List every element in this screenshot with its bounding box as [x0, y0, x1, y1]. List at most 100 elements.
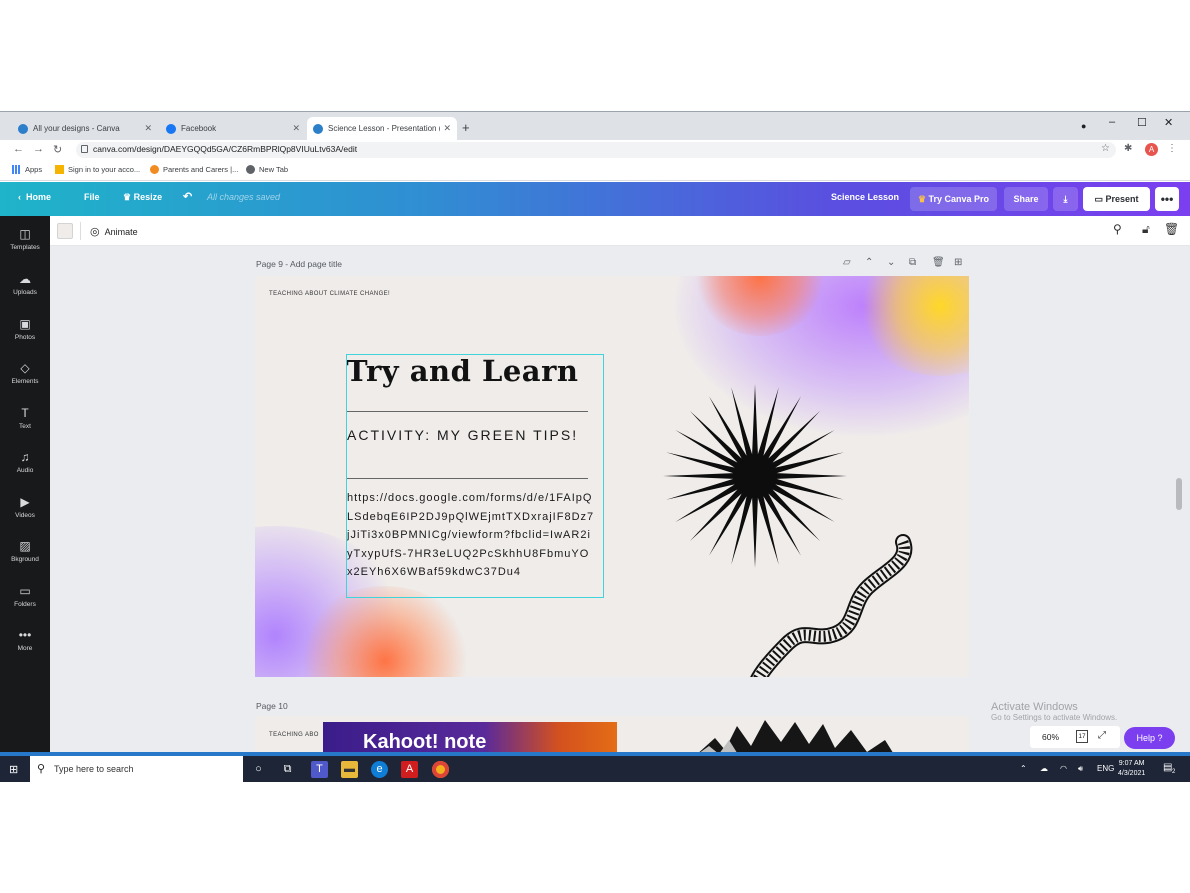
download-icon[interactable]: ⤓	[1053, 187, 1078, 211]
sidebar-item-templates[interactable]: ◫ Templates	[0, 220, 50, 264]
profile-menu-icon[interactable]: ●	[1081, 121, 1086, 131]
bookmark-new-tab[interactable]: New Tab	[246, 165, 288, 174]
chevron-down-icon[interactable]: ⌄	[887, 257, 895, 268]
canva-favicon-icon	[18, 123, 28, 134]
canva-sidebar: ◫ Templates ☁ Uploads ▣ Photos ◇ Elements TT…	[0, 216, 50, 752]
taskbar-search-input[interactable]: ⚲ Type here to search	[30, 756, 243, 782]
folders-icon: ▭	[19, 584, 31, 598]
slide-page-9[interactable]: TEACHING ABOUT CLIMATE CHANGE! Try and L…	[255, 276, 969, 677]
help-button[interactable]: Help ?	[1124, 727, 1175, 749]
home-button[interactable]: ‹ Home	[18, 192, 51, 202]
maximize-icon[interactable]: ☐	[1137, 116, 1147, 129]
paint-roller-icon[interactable]: ⚲	[1113, 222, 1122, 236]
tab-science-lesson[interactable]: Science Lesson - Presentation (16:9) ✕	[307, 117, 457, 140]
profile-avatar[interactable]: A	[1145, 143, 1158, 156]
sidebar-item-text[interactable]: T Text	[0, 399, 50, 443]
sidebar-item-background[interactable]: ▨ Bkground	[0, 532, 50, 576]
tab-label: All your designs - Canva	[33, 124, 120, 133]
task-view-icon[interactable]: ⧉	[279, 761, 296, 778]
zoom-level[interactable]: 60%	[1042, 732, 1059, 742]
wifi-icon[interactable]: ◠	[1060, 764, 1067, 773]
minimize-icon[interactable]: –	[1109, 116, 1115, 128]
crown-icon: ♛	[917, 194, 927, 204]
chevron-up-icon[interactable]: ⌃	[865, 257, 873, 268]
sidebar-item-elements[interactable]: ◇ Elements	[0, 354, 50, 398]
page-10-title[interactable]: Page 10	[256, 701, 288, 711]
back-icon[interactable]: ←	[13, 143, 24, 155]
resize-button[interactable]: ♛ Resize	[123, 192, 162, 203]
page-9-title[interactable]: Page 9 - Add page title	[256, 259, 342, 269]
tab-facebook[interactable]: Facebook ✕	[160, 117, 306, 140]
sidebar-item-photos[interactable]: ▣ Photos	[0, 310, 50, 354]
acrobat-icon[interactable]: A	[401, 761, 418, 778]
globe-icon	[246, 165, 255, 174]
sidebar-item-label: Uploads	[13, 289, 37, 296]
videos-icon: ▶	[20, 495, 30, 509]
sidebar-item-uploads[interactable]: ☁ Uploads	[0, 265, 50, 309]
forward-icon[interactable]: →	[33, 143, 44, 155]
bookmark-sign-in[interactable]: Sign in to your acco...	[55, 165, 140, 174]
tab-all-designs[interactable]: All your designs - Canva ✕	[12, 117, 158, 140]
edge-icon[interactable]: e	[371, 761, 388, 778]
close-icon[interactable]: ✕	[443, 123, 451, 134]
sidebar-item-more[interactable]: ••• More	[0, 621, 50, 665]
present-button[interactable]: ▭ Present	[1083, 187, 1150, 211]
design-title[interactable]: Science Lesson	[831, 192, 899, 202]
close-window-icon[interactable]: ✕	[1164, 116, 1173, 129]
power-icon	[150, 165, 159, 174]
vertical-scrollbar[interactable]	[1176, 478, 1182, 510]
animate-button[interactable]: ◎ Animate	[90, 225, 138, 238]
address-bar[interactable]: canva.com/design/DAEYGQQd5GA/CZ6RmBPRlQp…	[76, 142, 1116, 158]
bookmark-apps[interactable]: Apps	[12, 165, 42, 174]
sidebar-item-videos[interactable]: ▶ Videos	[0, 488, 50, 532]
trash-icon[interactable]: 🗑︎	[1164, 222, 1179, 236]
lock-icon[interactable]: 🔓︎	[1142, 222, 1150, 237]
screen: All your designs - Canva ✕ Facebook ✕ Sc…	[0, 111, 1190, 782]
bookmark-parents-carers[interactable]: Parents and Carers |...	[150, 165, 238, 174]
close-icon[interactable]: ✕	[292, 123, 300, 134]
try-canva-pro-button[interactable]: ♛ Try Canva Pro	[910, 187, 997, 211]
file-explorer-icon[interactable]: ▬	[341, 761, 358, 778]
volume-icon[interactable]: 🔊︎	[1078, 764, 1083, 774]
elements-icon: ◇	[20, 361, 30, 375]
extensions-icon[interactable]: ✱	[1124, 143, 1132, 154]
background-color-swatch[interactable]	[57, 223, 73, 239]
bookmark-label: Apps	[25, 165, 43, 174]
share-button[interactable]: Share	[1004, 187, 1048, 211]
sidebar-item-label: Folders	[14, 601, 36, 608]
onedrive-icon[interactable]: ☁	[1040, 764, 1048, 773]
new-tab-button[interactable]: +	[462, 120, 470, 135]
kahoot-image[interactable]: Kahoot! note	[323, 722, 617, 752]
delete-page-icon[interactable]: 🗑︎	[932, 257, 945, 268]
undo-icon[interactable]: ↶	[183, 190, 192, 203]
close-icon[interactable]: ✕	[144, 123, 152, 134]
squiggle-graphic[interactable]	[735, 528, 915, 677]
windows-logo-icon	[55, 165, 64, 174]
chrome-icon[interactable]	[432, 761, 449, 778]
reload-icon[interactable]: ↻	[53, 143, 62, 156]
add-page-icon[interactable]: ⊞	[954, 257, 962, 268]
text-icon: T	[21, 406, 29, 420]
file-menu-button[interactable]: File	[84, 192, 100, 202]
templates-icon: ◫	[19, 227, 31, 241]
sidebar-item-audio[interactable]: ♫ Audio	[0, 443, 50, 487]
language-indicator[interactable]: ENG	[1097, 764, 1114, 773]
teams-icon[interactable]: T	[311, 761, 328, 778]
windows-start-icon[interactable]: ⊞	[9, 763, 18, 776]
sidebar-item-label: More	[17, 645, 33, 652]
taskbar-clock[interactable]: 9:07 AM 4/3/2021	[1118, 759, 1145, 779]
fullscreen-icon[interactable]: ⤢	[1098, 730, 1106, 741]
sidebar-item-folders[interactable]: ▭ Folders	[0, 577, 50, 621]
more-options-button[interactable]: •••	[1155, 187, 1179, 211]
apps-grid-icon	[12, 165, 21, 174]
notes-icon[interactable]: ▱	[843, 257, 851, 268]
tray-chevron-icon[interactable]: ⌃	[1020, 764, 1027, 773]
activate-windows-watermark: Activate Windows Go to Settings to activ…	[991, 701, 1117, 722]
slide-page-10[interactable]: TEACHING ABO Kahoot! note	[255, 716, 969, 752]
bookmark-star-icon[interactable]: ☆	[1101, 143, 1110, 154]
browser-menu-icon[interactable]: ⋮	[1167, 143, 1177, 154]
cortana-icon[interactable]: ○	[250, 761, 267, 778]
duplicate-page-icon[interactable]: ⧉	[909, 257, 916, 268]
page-count-button[interactable]: 17	[1076, 730, 1088, 743]
resize-label: Resize	[133, 192, 163, 202]
